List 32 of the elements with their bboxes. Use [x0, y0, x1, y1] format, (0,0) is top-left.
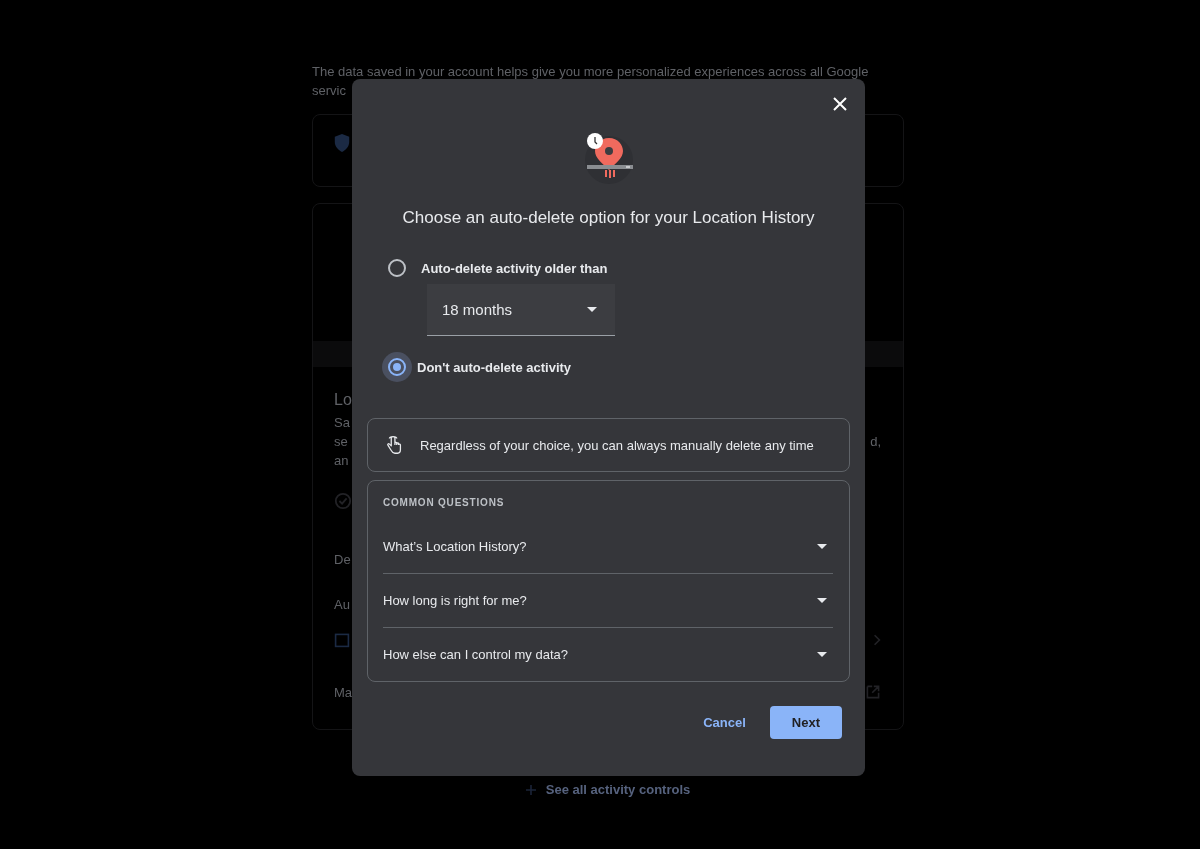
cancel-button[interactable]: Cancel — [693, 706, 756, 739]
intro-text: servic — [312, 82, 346, 100]
see-all-activity-controls-link[interactable]: See all activity controls — [312, 782, 904, 797]
duration-dropdown[interactable]: 18 months — [427, 284, 615, 336]
setting-label: Au — [334, 597, 350, 612]
card-description: Sa — [334, 415, 350, 432]
dialog-title: Choose an auto-delete option for your Location History — [402, 208, 815, 228]
card-description: se — [334, 434, 348, 451]
caret-icon — [817, 652, 827, 657]
option-label: Auto-delete activity older than — [421, 260, 608, 276]
section-heading: COMMON QUESTIONS — [383, 497, 506, 508]
card-description: d, — [870, 434, 881, 451]
option-label: Don't auto-delete activity — [417, 359, 572, 375]
radio-button[interactable] — [387, 258, 407, 278]
card-heading: Lo — [334, 391, 352, 409]
card-description: an — [334, 453, 349, 470]
question-item[interactable]: How else can I control my data? — [383, 628, 833, 681]
check-icon — [334, 492, 352, 510]
close-button[interactable] — [833, 97, 847, 111]
setting-label: De — [334, 552, 351, 567]
shield-icon — [333, 133, 351, 153]
info-text: Regardless of your choice, you can always manually delete any time — [420, 437, 814, 453]
chevron-right-icon — [873, 633, 881, 647]
radio-button[interactable] — [382, 352, 412, 382]
caret-icon — [817, 544, 827, 549]
intro-text: The data saved in your account helps give you more personalized experiences across all Google — [312, 63, 869, 81]
next-button[interactable]: Next — [769, 706, 842, 739]
question-item[interactable]: What’s Location History? — [383, 520, 833, 574]
question-item[interactable]: How long is right for me? — [383, 574, 833, 628]
caret-icon — [587, 307, 597, 312]
plus-icon — [525, 784, 536, 795]
caret-icon — [817, 598, 827, 603]
